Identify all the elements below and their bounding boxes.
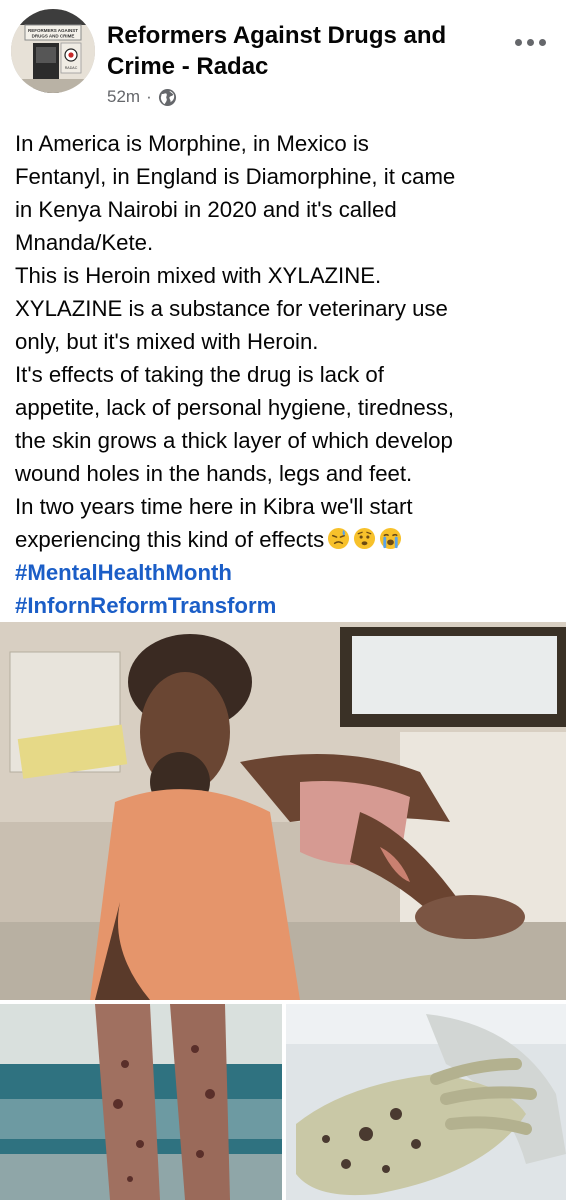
post-line-with-emojis: experiencing this kind of effects (15, 523, 555, 556)
more-options-button[interactable] (508, 28, 552, 56)
post-line: In America is Morphine, in Mexico is (15, 131, 369, 156)
post-line: XYLAZINE is a substance for veterinary u… (15, 296, 448, 321)
post-line: the skin grows a thick layer of which de… (15, 428, 453, 453)
post-text: In America is Morphine, in Mexico is Fen… (15, 127, 555, 622)
more-dots-icon (514, 38, 522, 46)
meta-separator: · (146, 87, 152, 106)
post-line: In two years time here in Kibra we'll st… (15, 494, 413, 519)
page-avatar[interactable]: REFORMERS AGAINST DRUGS AND CRIME RADAC (11, 9, 95, 93)
more-dot (526, 38, 534, 46)
post-line: Fentanyl, in England is Diamorphine, it … (15, 164, 456, 189)
photo-illustration (0, 622, 566, 1000)
avatar-sign-line2: DRUGS AND CRIME (32, 34, 75, 39)
post-header: REFORMERS AGAINST DRUGS AND CRIME RADAC … (0, 0, 566, 118)
worried-face-emoji (354, 527, 376, 550)
photo-illustration (0, 1004, 282, 1200)
man-with-skin-wounds-photo[interactable] (0, 622, 566, 1000)
loudly-crying-face-emoji (380, 527, 402, 550)
post-line: in Kenya Nairobi in 2020 and it's called (15, 197, 397, 222)
post-line: wound holes in the hands, legs and feet. (15, 461, 413, 486)
wounded-hand-photo[interactable] (286, 1004, 566, 1200)
avatar-sign-line1: REFORMERS AGAINST (28, 28, 78, 33)
office-sign-icon: REFORMERS AGAINST DRUGS AND CRIME RADAC (11, 9, 95, 93)
more-dot (538, 38, 546, 46)
post-line: only, but it's mixed with Heroin. (15, 329, 319, 354)
avatar-sign-side: RADAC (65, 66, 78, 70)
post-line: Mnanda/Kete. (15, 230, 154, 255)
wounded-legs-photo[interactable] (0, 1004, 282, 1200)
globe-icon[interactable] (158, 88, 177, 107)
photo-illustration (286, 1004, 566, 1200)
sleepy-face-emoji (328, 527, 350, 550)
post-line: experiencing this kind of effects (15, 527, 325, 552)
post-meta: 52m · (107, 86, 177, 108)
post-line: This is Heroin mixed with XYLAZINE. (15, 263, 382, 288)
post-line: appetite, lack of personal hygiene, tire… (15, 395, 455, 420)
post-timestamp[interactable]: 52m (107, 87, 140, 107)
hashtag-link[interactable]: #MentalHealthMonth (15, 556, 555, 589)
page-name[interactable]: Reformers Against Drugs and Crime - Rada… (107, 20, 487, 82)
post-line: It's effects of taking the drug is lack … (15, 362, 384, 387)
hashtag-link[interactable]: #InfornReformTransform (15, 589, 555, 622)
